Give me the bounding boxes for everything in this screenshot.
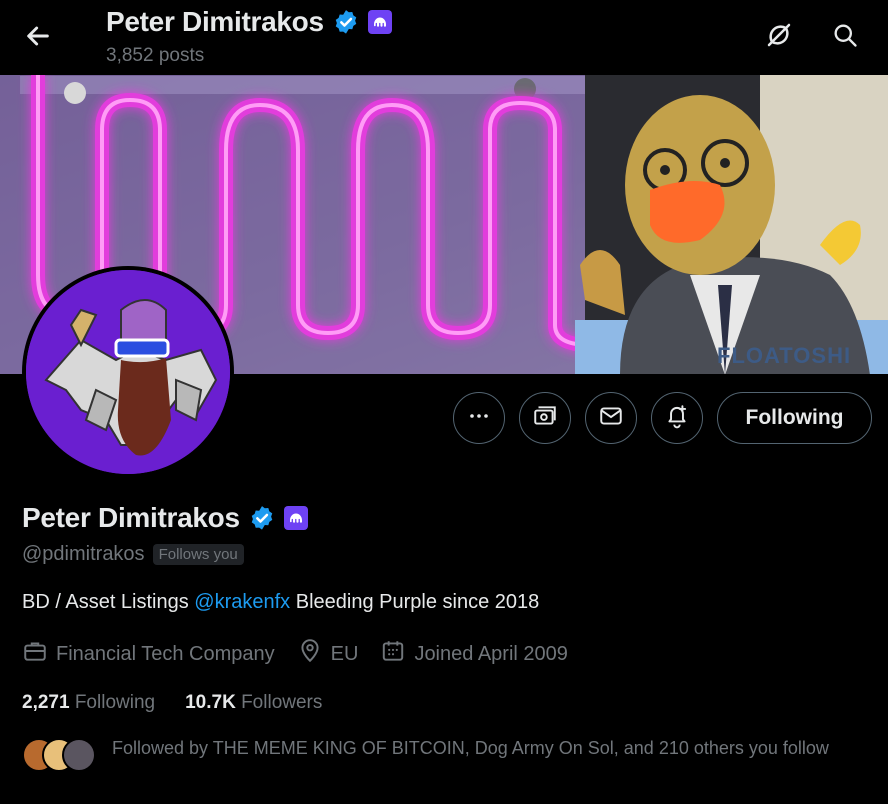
- verified-icon[interactable]: [248, 504, 276, 532]
- message-icon: [598, 403, 624, 434]
- profile-actions: Following: [0, 392, 888, 446]
- bio-text-suffix: Bleeding Purple since 2018: [290, 591, 540, 613]
- category-item: Financial Tech Company: [22, 638, 275, 670]
- following-button[interactable]: Following: [717, 392, 872, 444]
- location-item: EU: [297, 638, 359, 670]
- subscribe-button[interactable]: [519, 392, 571, 444]
- profile-bio: BD / Asset Listings @krakenfx Bleeding P…: [22, 591, 539, 614]
- grok-icon[interactable]: [762, 18, 796, 52]
- back-arrow-icon[interactable]: [22, 20, 54, 52]
- more-icon: [467, 404, 491, 433]
- avatar[interactable]: [22, 266, 234, 478]
- followed-by-text: Followed by THE MEME KING OF BITCOIN, Do…: [112, 738, 829, 758]
- kraken-logo-icon[interactable]: [283, 506, 308, 530]
- notifications-button[interactable]: [651, 392, 703, 444]
- subscribe-icon: [532, 403, 558, 434]
- bio-text-prefix: BD / Asset Listings: [22, 591, 195, 613]
- notification-bell-icon: [664, 403, 690, 434]
- calendar-icon: [380, 638, 406, 670]
- location-text: EU: [330, 642, 359, 665]
- bio-mention-link[interactable]: @krakenfx: [194, 591, 290, 613]
- profile-display-name: Peter Dimitrakos: [22, 502, 240, 533]
- following-count-link[interactable]: 2,271 Following: [22, 692, 155, 714]
- location-icon: [297, 638, 323, 670]
- briefcase-icon: [22, 638, 48, 670]
- followers-label: Followers: [241, 692, 323, 713]
- followers-count-link[interactable]: 10.7K Followers: [185, 692, 322, 714]
- header-name: Peter Dimitrakos: [106, 6, 324, 37]
- handle-row: @pdimitrakos Follows you: [22, 543, 244, 566]
- more-button[interactable]: [453, 392, 505, 444]
- message-button[interactable]: [585, 392, 637, 444]
- verified-icon[interactable]: [332, 8, 360, 36]
- followed-by-row[interactable]: Followed by THE MEME KING OF BITCOIN, Do…: [22, 736, 862, 786]
- following-count: 2,271: [22, 692, 70, 713]
- joined-text: Joined April 2009: [414, 642, 568, 665]
- follow-counts: 2,271 Following 10.7K Followers: [22, 692, 352, 714]
- header-title: Peter Dimitrakos: [106, 6, 392, 38]
- banner-box-label: FLOATOSHI: [717, 343, 852, 368]
- kraken-logo-icon[interactable]: [367, 10, 392, 34]
- followers-facepile: [22, 738, 98, 772]
- follower-avatar: [62, 738, 96, 772]
- following-label: Following: [74, 692, 156, 713]
- top-bar: Peter Dimitrakos 3,852 posts: [0, 0, 888, 75]
- follows-you-badge: Follows you: [152, 544, 244, 565]
- profile-meta: Financial Tech Company EU Joined April 2…: [22, 638, 590, 670]
- followers-count: 10.7K: [185, 692, 236, 713]
- category-text: Financial Tech Company: [56, 642, 275, 665]
- profile-handle: @pdimitrakos: [22, 543, 145, 565]
- profile-name-row: Peter Dimitrakos: [22, 502, 308, 534]
- joined-item: Joined April 2009: [380, 638, 568, 670]
- search-icon[interactable]: [828, 18, 862, 52]
- post-count: 3,852 posts: [106, 45, 205, 66]
